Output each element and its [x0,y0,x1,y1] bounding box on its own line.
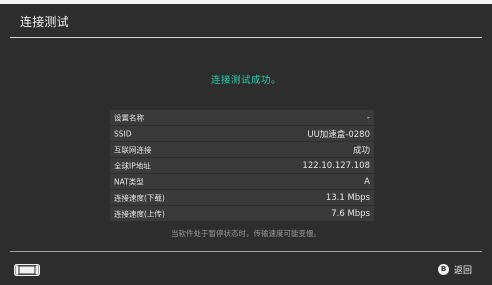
footer-divider [10,251,482,252]
info-value: 7.6 Mbps [331,208,370,219]
b-button-icon: B [437,263,449,275]
info-label: 设置名称 [114,113,144,122]
info-value: A [364,176,370,187]
info-label: 互联网连接 [114,145,152,154]
info-value: 13.1 Mbps [325,192,370,203]
info-row-nat-type: NAT类型 A [110,174,374,189]
info-label: 全球IP地址 [114,161,151,170]
info-row-upload-speed: 连接速度(上传) 7.6 Mbps [110,206,374,221]
success-message: 连接测试成功。 [210,75,281,86]
info-label: SSID [114,129,132,138]
info-row-global-ip: 全球IP地址 122.10.127.108 [110,158,374,173]
info-row-setting-name: 设置名称 - [110,110,374,125]
info-value: - [366,112,370,123]
connection-info-table: 设置名称 - SSID UU加速盒-0280 互联网连接 成功 全球IP地址 1… [110,110,374,222]
info-label: 连接速度(下载) [114,193,165,202]
page-title: 连接测试 [20,15,69,29]
info-value: UU加速盒-0280 [307,129,370,140]
info-label: 连接速度(上传) [114,209,165,218]
header-divider [10,37,482,38]
back-label: 返回 [453,265,472,276]
info-value: 122.10.127.108 [302,160,370,171]
header-bar: 连接测试 [0,4,492,37]
switch-console-icon [14,264,40,276]
info-row-internet-connection: 互联网连接 成功 [110,142,374,157]
speed-note: 当软件处于暂停状态时，传输速度可能变慢。 [171,229,321,238]
back-button[interactable]: B 返回 [437,262,472,276]
info-row-ssid: SSID UU加速盒-0280 [110,126,374,141]
info-row-download-speed: 连接速度(下载) 13.1 Mbps [110,190,374,205]
info-value: 成功 [352,145,370,156]
info-label: NAT类型 [114,177,144,186]
